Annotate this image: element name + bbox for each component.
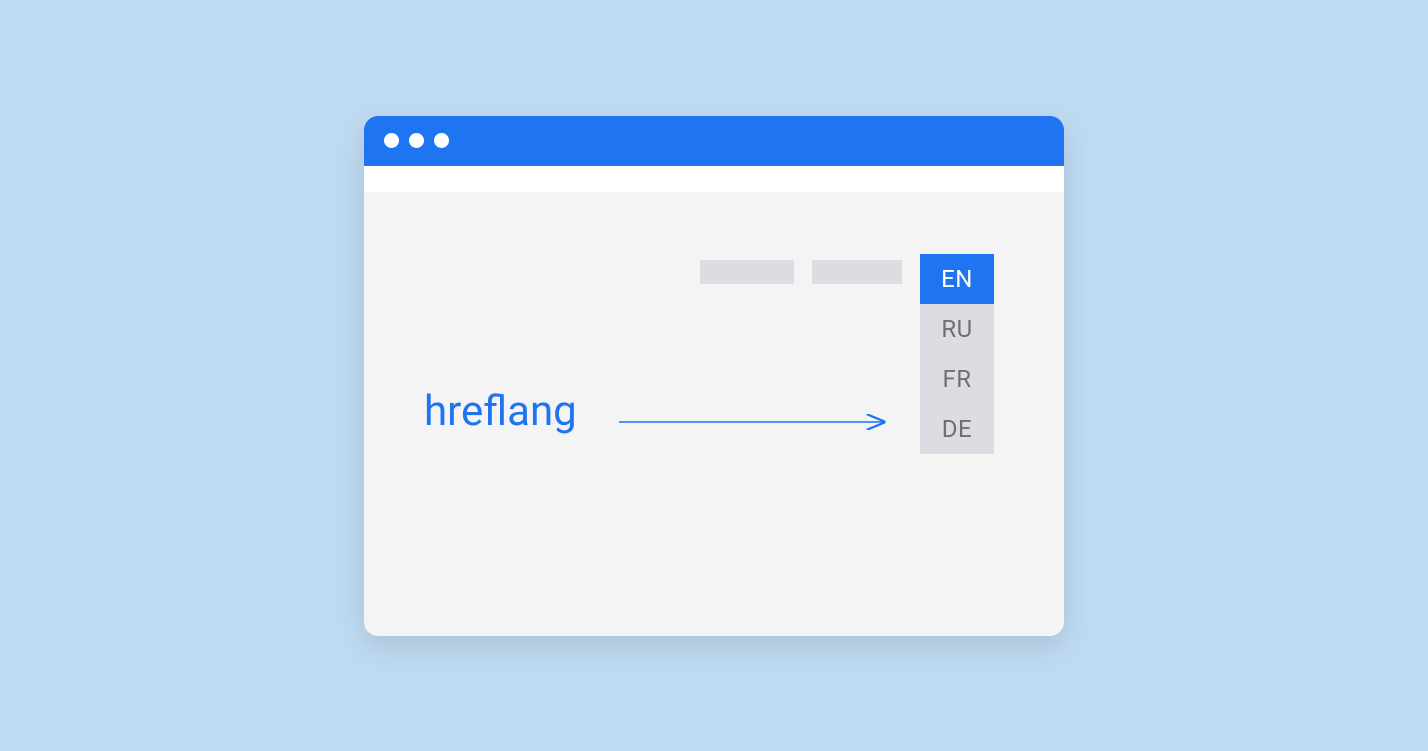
language-option[interactable]: RU xyxy=(920,304,994,354)
language-option[interactable]: DE xyxy=(920,404,994,454)
window-dot-icon xyxy=(384,133,399,148)
browser-content: EN RU FR DE hreflang xyxy=(364,192,1064,636)
browser-title-bar xyxy=(364,116,1064,166)
language-dropdown[interactable]: EN RU FR DE xyxy=(920,254,994,454)
arrow-icon xyxy=(619,412,899,432)
address-bar-placeholder xyxy=(364,166,1064,192)
window-dot-icon xyxy=(434,133,449,148)
window-dot-icon xyxy=(409,133,424,148)
language-option[interactable]: FR xyxy=(920,354,994,404)
nav-item-placeholder xyxy=(700,260,794,284)
language-option-selected[interactable]: EN xyxy=(920,254,994,304)
nav-item-placeholder xyxy=(812,260,902,284)
hreflang-label: hreflang xyxy=(424,387,577,436)
browser-window: EN RU FR DE hreflang xyxy=(364,116,1064,636)
